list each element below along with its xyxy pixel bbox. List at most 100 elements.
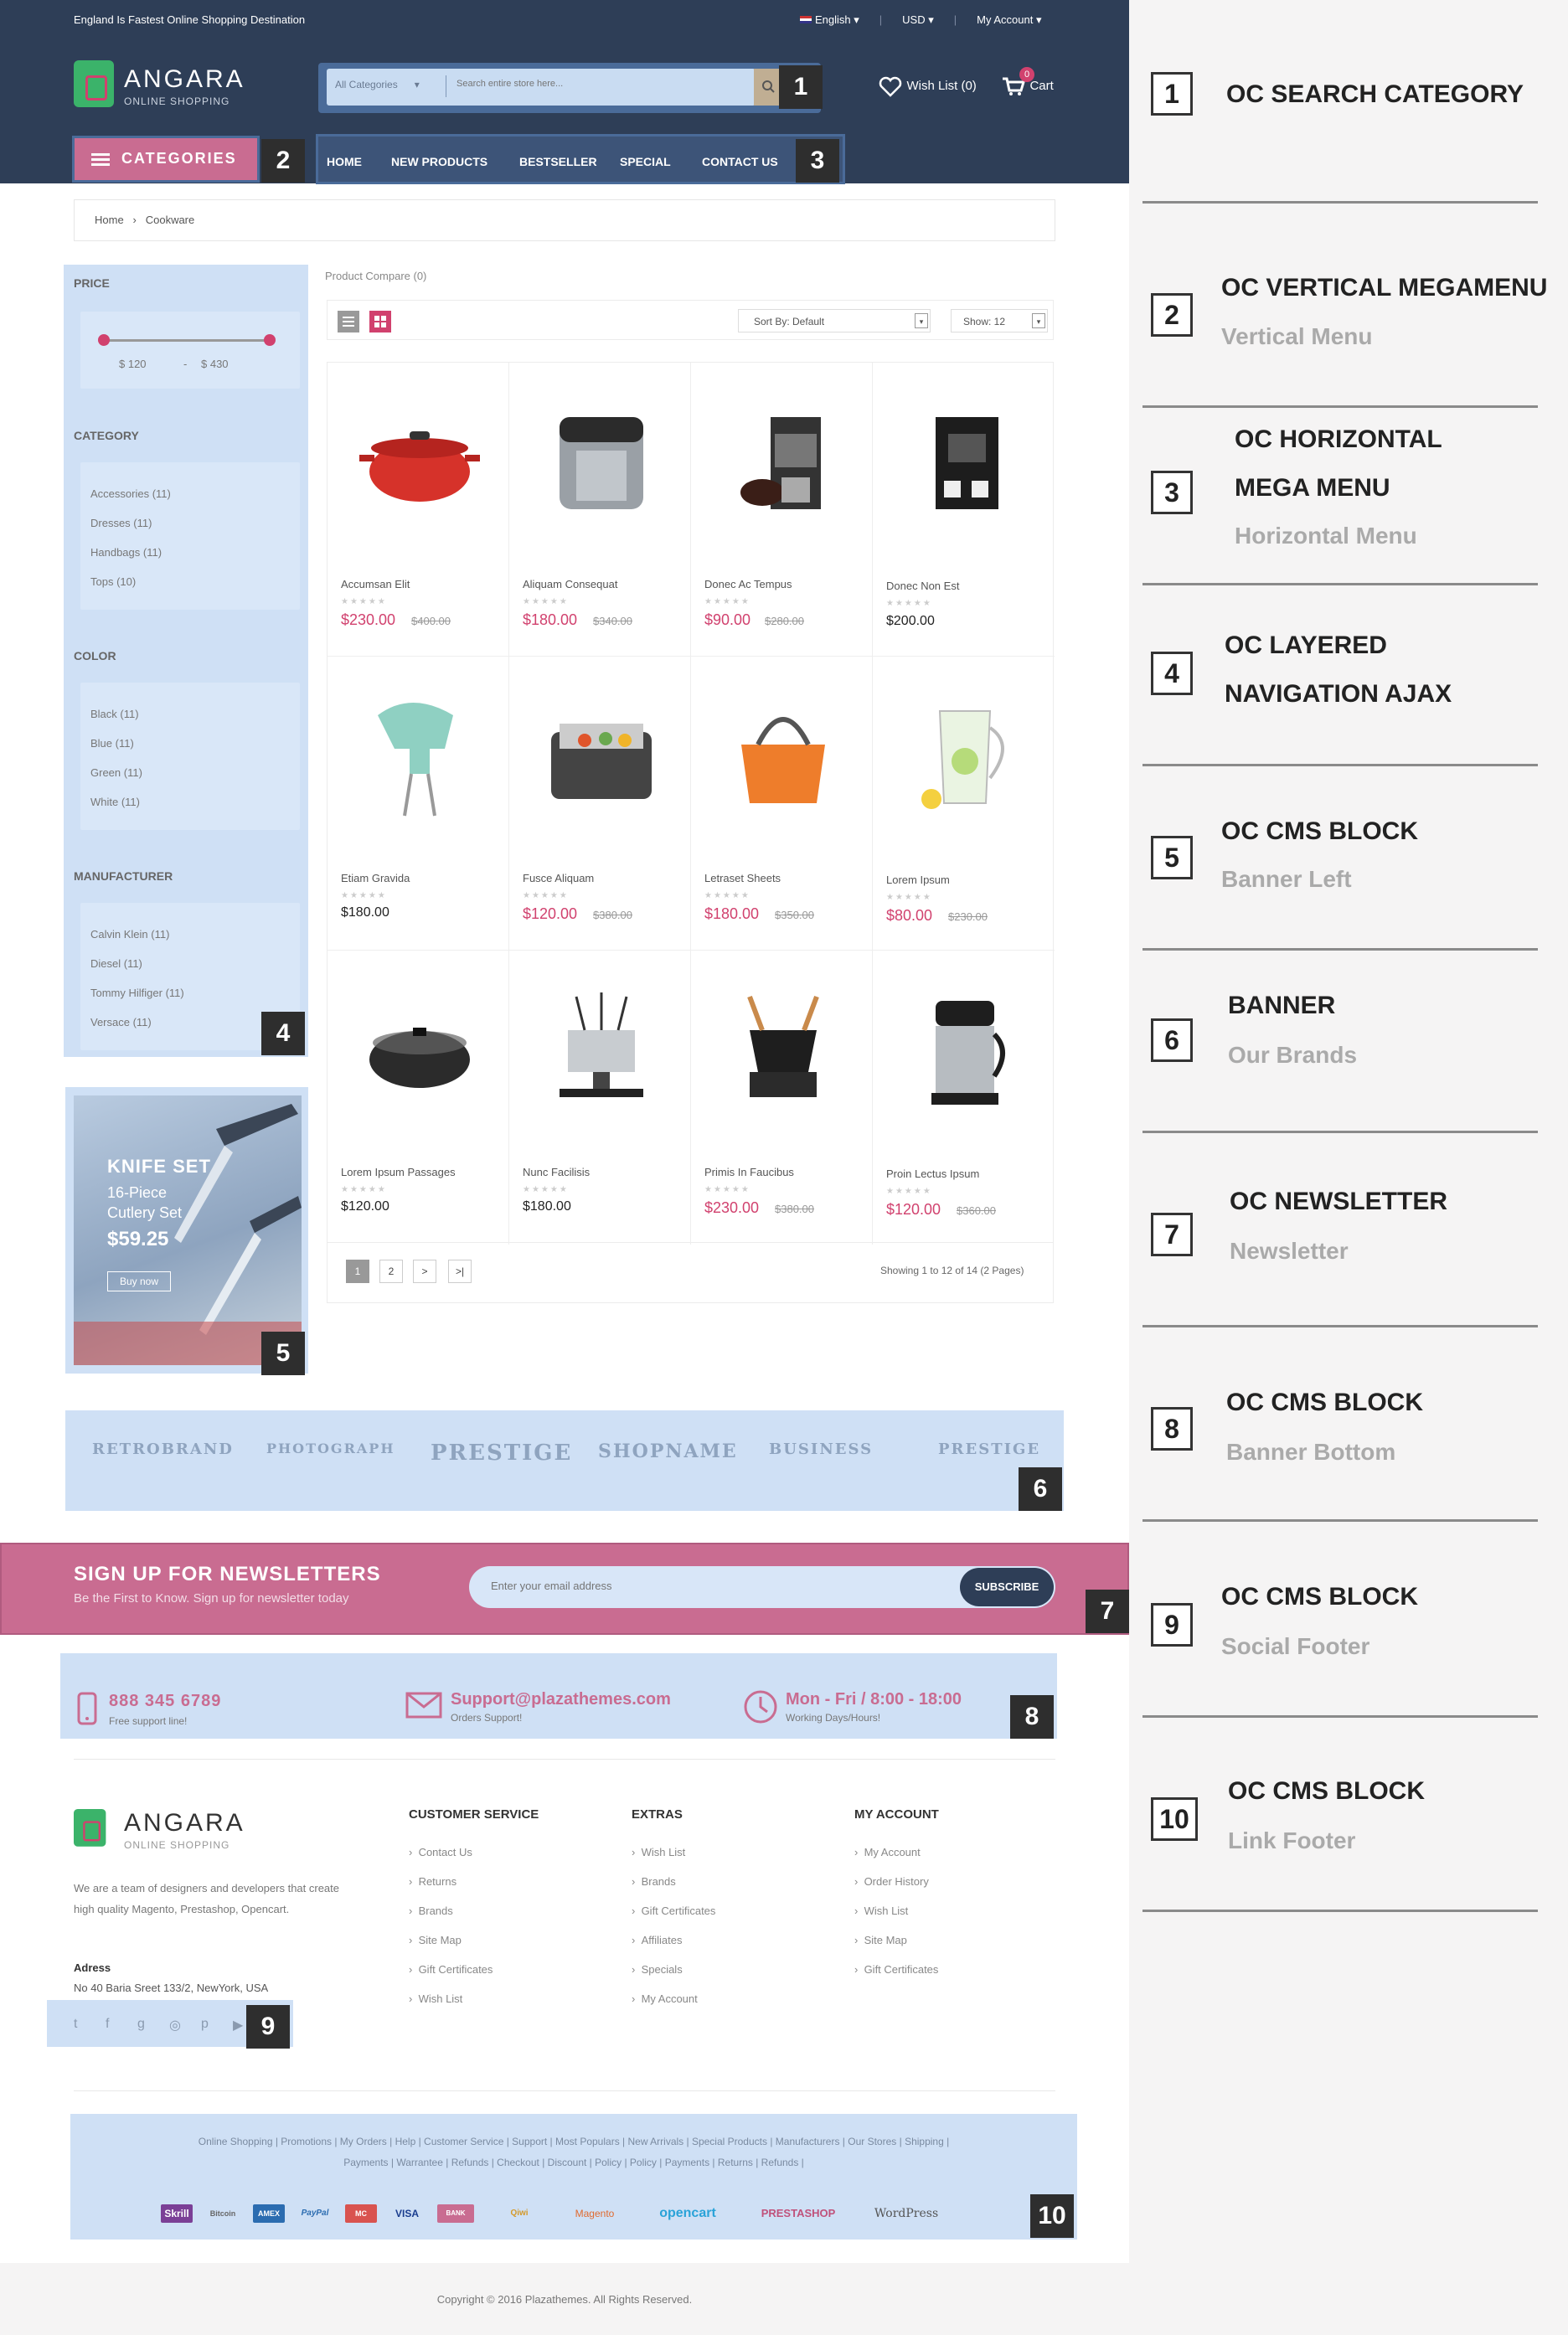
footer-link[interactable]: › Brands bbox=[632, 1875, 676, 1888]
product-card[interactable]: Accumsan Elit ★★★★★ $230.00 $400.00 bbox=[328, 363, 509, 657]
footer-link[interactable]: › Contact Us bbox=[409, 1846, 472, 1858]
product-name[interactable]: Accumsan Elit bbox=[341, 578, 410, 590]
google-plus-icon[interactable]: g bbox=[137, 2017, 145, 2032]
product-card[interactable]: Primis In Faucibus ★★★★★ $230.00 $380.00 bbox=[691, 951, 873, 1245]
brand-logo[interactable]: PRESTIGE bbox=[431, 1441, 572, 1466]
account-menu[interactable]: My Account ▾ bbox=[977, 13, 1041, 27]
twitter-icon[interactable]: t bbox=[74, 2017, 77, 2032]
buy-now-button[interactable]: Buy now bbox=[107, 1271, 172, 1291]
footer-links-row2[interactable]: Payments | Warrantee | Refunds | Checkou… bbox=[70, 2157, 1077, 2168]
menu-special[interactable]: SPECIAL bbox=[620, 155, 671, 168]
product-card[interactable]: Lorem Ipsum Passages ★★★★★ $120.00 bbox=[328, 951, 509, 1245]
search-category-select[interactable]: All Categories ▾ bbox=[335, 79, 420, 90]
product-card[interactable]: Letraset Sheets ★★★★★ $180.00 $350.00 bbox=[691, 657, 873, 951]
footer-link[interactable]: › My Account bbox=[632, 1992, 698, 2005]
categories-menu-button[interactable]: CATEGORIES bbox=[72, 136, 260, 183]
filter-category-item[interactable]: Accessories (11) bbox=[90, 487, 171, 500]
brand-logo[interactable]: SHOPNAME bbox=[598, 1441, 738, 1462]
youtube-icon[interactable]: ▶ bbox=[233, 2017, 243, 2033]
show-select[interactable]: Show: 12 ▾ bbox=[951, 309, 1048, 332]
footer-link[interactable]: › Gift Certificates bbox=[854, 1963, 938, 1976]
search-input[interactable] bbox=[456, 79, 741, 89]
product-name[interactable]: Donec Non Est bbox=[886, 580, 959, 592]
product-name[interactable]: Lorem Ipsum Passages bbox=[341, 1166, 456, 1178]
footer-link[interactable]: › My Account bbox=[854, 1846, 921, 1858]
product-card[interactable]: Lorem Ipsum ★★★★★ $80.00 $230.00 bbox=[873, 657, 1055, 951]
brand-logo[interactable]: RETROBRAND bbox=[92, 1441, 234, 1458]
footer-link[interactable]: › Site Map bbox=[409, 1934, 462, 1946]
product-card[interactable]: Nunc Facilisis ★★★★★ $180.00 bbox=[509, 951, 691, 1245]
footer-link[interactable]: › Wish List bbox=[854, 1905, 908, 1917]
filter-category-item[interactable]: Dresses (11) bbox=[90, 517, 152, 529]
footer-link[interactable]: › Affiliates bbox=[632, 1934, 682, 1946]
menu-contact-us[interactable]: CONTACT US bbox=[702, 155, 778, 168]
wishlist-link[interactable]: Wish List (0) bbox=[878, 75, 977, 97]
rss-icon[interactable]: ◎ bbox=[169, 2017, 181, 2033]
facebook-icon[interactable]: f bbox=[106, 2017, 109, 2032]
filter-manufacturer-item[interactable]: Versace (11) bbox=[90, 1016, 152, 1028]
product-card[interactable]: Fusce Aliquam ★★★★★ $120.00 $380.00 bbox=[509, 657, 691, 951]
filter-manufacturer-item[interactable]: Calvin Klein (11) bbox=[90, 928, 169, 941]
filter-manufacturer-item[interactable]: Diesel (11) bbox=[90, 957, 142, 970]
language-select[interactable]: English ▾ bbox=[800, 13, 859, 27]
product-name[interactable]: Letraset Sheets bbox=[704, 872, 781, 884]
product-card[interactable]: Proin Lectus Ipsum ★★★★★ $120.00 $360.00 bbox=[873, 951, 1055, 1245]
logo-icon[interactable] bbox=[74, 60, 114, 107]
list-view-button[interactable] bbox=[338, 311, 359, 332]
footer-link[interactable]: › Returns bbox=[409, 1875, 456, 1888]
newsletter-email-input[interactable] bbox=[491, 1580, 910, 1592]
product-card[interactable]: Donec Ac Tempus ★★★★★ $90.00 $280.00 bbox=[691, 363, 873, 657]
product-name[interactable]: Fusce Aliquam bbox=[523, 872, 594, 884]
product-name[interactable]: Proin Lectus Ipsum bbox=[886, 1168, 979, 1180]
footer-link[interactable]: › Specials bbox=[632, 1963, 683, 1976]
contact-email[interactable]: Support@plazathemes.com bbox=[451, 1690, 671, 1709]
next-page-button[interactable]: > bbox=[413, 1260, 436, 1283]
footer-logo-icon[interactable] bbox=[74, 1809, 106, 1847]
filter-category-item[interactable]: Handbags (11) bbox=[90, 546, 162, 559]
footer-link[interactable]: › Gift Certificates bbox=[409, 1963, 493, 1976]
sort-select[interactable]: Sort By: Default ▾ bbox=[738, 309, 931, 332]
menu-bestseller[interactable]: BESTSELLER bbox=[519, 155, 597, 168]
brand-logo[interactable]: PRESTIGE bbox=[938, 1441, 1040, 1458]
filter-color-item[interactable]: Black (11) bbox=[90, 708, 139, 720]
pinterest-icon[interactable]: p bbox=[201, 2017, 209, 2032]
footer-link[interactable]: › Brands bbox=[409, 1905, 453, 1917]
filter-manufacturer-item[interactable]: Tommy Hilfiger (11) bbox=[90, 987, 184, 999]
footer-link[interactable]: › Wish List bbox=[632, 1846, 685, 1858]
last-page-button[interactable]: >| bbox=[448, 1260, 472, 1283]
page-2-button[interactable]: 2 bbox=[379, 1260, 403, 1283]
price-slider-min-handle[interactable] bbox=[98, 334, 110, 346]
brand-logo[interactable]: BUSINESS bbox=[769, 1441, 873, 1458]
price-slider-max-handle[interactable] bbox=[264, 334, 276, 346]
knife-set-banner[interactable]: KNIFE SET 16-Piece Cutlery Set $59.25 Bu… bbox=[74, 1095, 302, 1365]
contact-phone[interactable]: 888 345 6789 bbox=[109, 1692, 221, 1711]
brand-logo[interactable]: PHOTOGRAPH bbox=[266, 1441, 395, 1456]
product-card[interactable]: Aliquam Consequat ★★★★★ $180.00 $340.00 bbox=[509, 363, 691, 657]
footer-link[interactable]: › Wish List bbox=[409, 1992, 462, 2005]
filter-category-item[interactable]: Tops (10) bbox=[90, 575, 136, 588]
product-name[interactable]: Etiam Gravida bbox=[341, 872, 410, 884]
breadcrumb-home[interactable]: Home bbox=[95, 214, 124, 226]
product-name[interactable]: Nunc Facilisis bbox=[523, 1166, 590, 1178]
product-name[interactable]: Donec Ac Tempus bbox=[704, 578, 792, 590]
filter-color-item[interactable]: White (11) bbox=[90, 796, 140, 808]
footer-link[interactable]: › Site Map bbox=[854, 1934, 907, 1946]
menu-home[interactable]: HOME bbox=[327, 155, 362, 168]
product-name[interactable]: Aliquam Consequat bbox=[523, 578, 617, 590]
product-card[interactable]: Etiam Gravida ★★★★★ $180.00 bbox=[328, 657, 509, 951]
filter-color-item[interactable]: Blue (11) bbox=[90, 737, 134, 750]
footer-link[interactable]: › Order History bbox=[854, 1875, 929, 1888]
currency-select[interactable]: USD ▾ bbox=[902, 13, 934, 27]
footer-logo-title[interactable]: ANGARA bbox=[124, 1809, 245, 1838]
page-1-button[interactable]: 1 bbox=[346, 1260, 369, 1283]
product-card[interactable]: Donec Non Est ★★★★★ $200.00 bbox=[873, 363, 1055, 657]
footer-links-row1[interactable]: Online Shopping | Promotions | My Orders… bbox=[70, 2136, 1077, 2147]
footer-link[interactable]: › Gift Certificates bbox=[632, 1905, 715, 1917]
logo-title[interactable]: ANGARA bbox=[124, 65, 245, 94]
grid-view-button[interactable] bbox=[369, 311, 391, 332]
cart-link[interactable]: Cart 0 bbox=[1001, 67, 1054, 97]
product-name[interactable]: Lorem Ipsum bbox=[886, 874, 950, 886]
product-name[interactable]: Primis In Faucibus bbox=[704, 1166, 794, 1178]
product-compare-link[interactable]: Product Compare (0) bbox=[325, 270, 426, 282]
subscribe-button[interactable]: SUBSCRIBE bbox=[960, 1568, 1054, 1606]
